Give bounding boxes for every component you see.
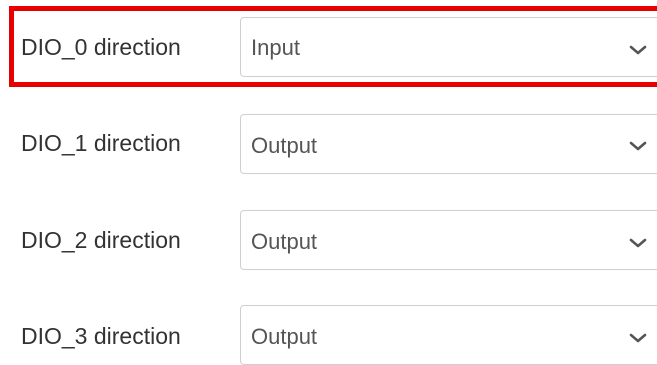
dio-0-direction-value: Input bbox=[251, 35, 300, 60]
chevron-down-icon bbox=[629, 333, 647, 343]
dio-3-direction-select[interactable]: Output bbox=[240, 305, 657, 365]
dio-2-direction-select[interactable]: Output bbox=[240, 210, 657, 270]
dio-2-direction-value: Output bbox=[251, 229, 318, 254]
dio-2-direction-label: DIO_2 direction bbox=[21, 227, 181, 253]
dio-0-direction-label: DIO_0 direction bbox=[21, 34, 181, 60]
dio-0-direction-row: DIO_0 direction Input bbox=[0, 17, 657, 77]
chevron-down-icon bbox=[629, 238, 647, 248]
chevron-down-icon bbox=[629, 141, 647, 151]
dio-3-direction-label: DIO_3 direction bbox=[21, 323, 181, 349]
dio-1-direction-label: DIO_1 direction bbox=[21, 130, 181, 156]
dio-0-direction-select[interactable]: Input bbox=[240, 17, 657, 77]
dio-2-direction-row: DIO_2 direction Output bbox=[0, 210, 657, 270]
chevron-down-icon bbox=[629, 45, 647, 55]
dio-1-direction-row: DIO_1 direction Output bbox=[0, 114, 657, 174]
dio-1-direction-value: Output bbox=[251, 133, 318, 158]
dio-3-direction-row: DIO_3 direction Output bbox=[0, 305, 657, 365]
dio-3-direction-value: Output bbox=[251, 324, 318, 349]
dio-1-direction-select[interactable]: Output bbox=[240, 114, 657, 174]
